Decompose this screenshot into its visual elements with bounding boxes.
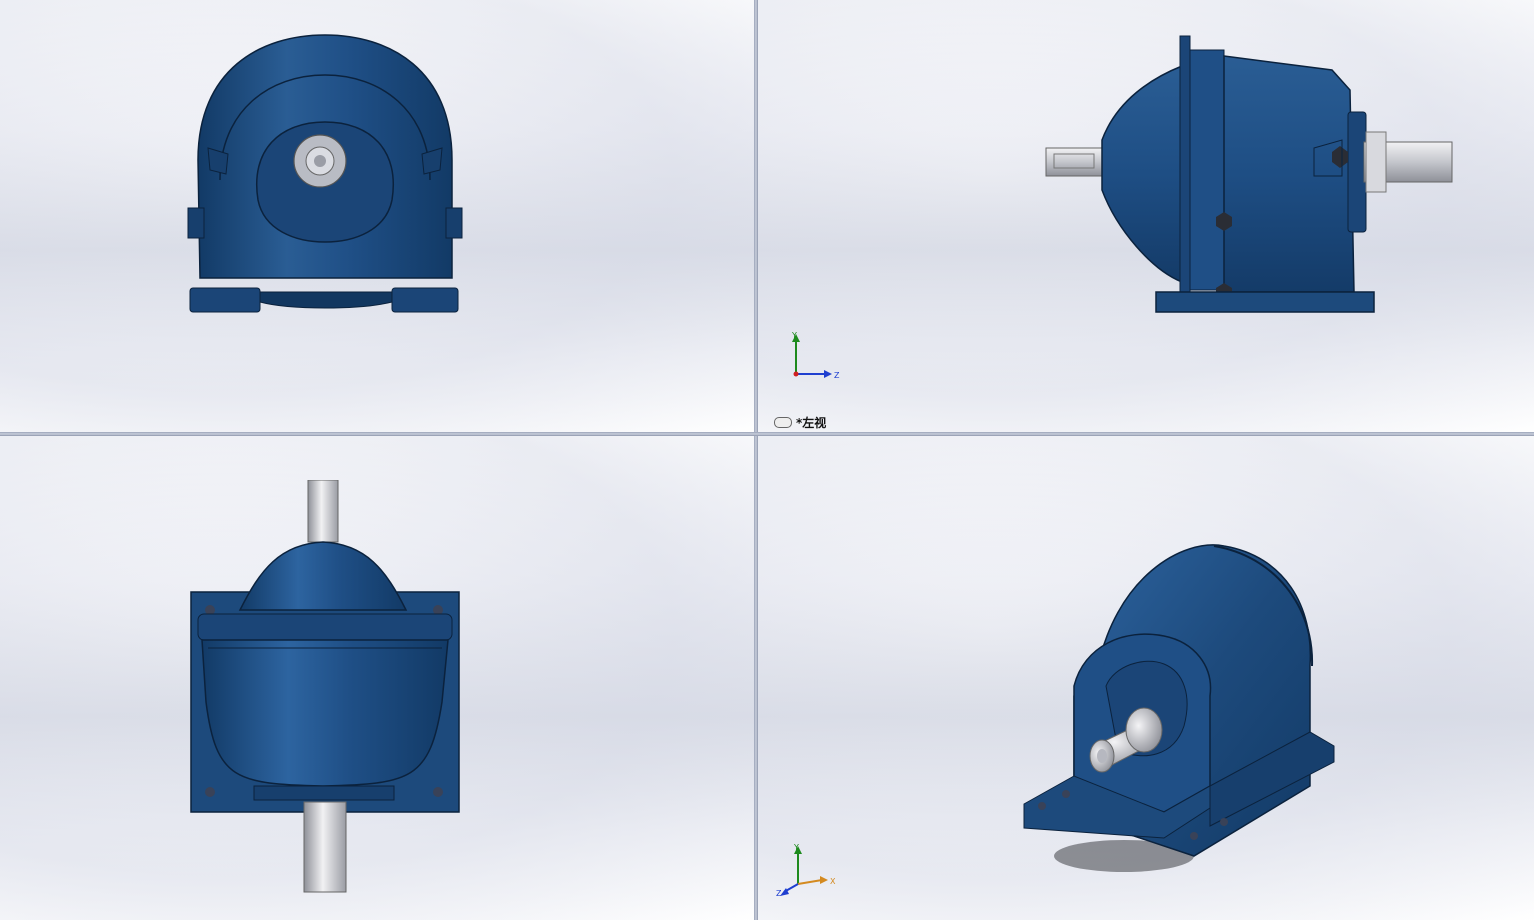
- view-name: *左视: [796, 416, 827, 430]
- gearbox-isometric-view[interactable]: [1014, 536, 1354, 896]
- gearbox-front-view[interactable]: [180, 30, 470, 320]
- gearbox-left-view[interactable]: [1042, 30, 1462, 320]
- axis-z-label: Z: [834, 371, 840, 380]
- viewport-top[interactable]: [0, 436, 754, 920]
- view-orientation-label[interactable]: *左视: [774, 414, 826, 431]
- axis-z-label: Z: [776, 889, 782, 898]
- viewport-front[interactable]: [0, 0, 754, 432]
- axis-x-label: X: [830, 877, 836, 886]
- link-views-icon[interactable]: [774, 417, 792, 428]
- axis-y-label: Y: [793, 843, 799, 852]
- gearbox-top-view[interactable]: [180, 480, 470, 895]
- axis-y-label: Y: [791, 331, 797, 340]
- viewport-left[interactable]: Y Z *左视: [758, 0, 1534, 432]
- axis-triad: Y X Z: [776, 843, 836, 898]
- viewport-isometric[interactable]: Y X Z: [758, 436, 1534, 920]
- axis-triad: Y Z: [791, 331, 840, 380]
